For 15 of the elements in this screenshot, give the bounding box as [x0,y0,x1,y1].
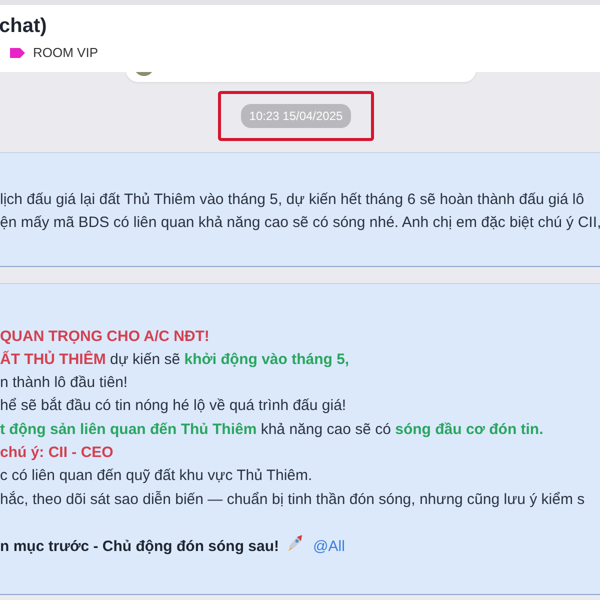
message-text: QUAN TRỌNG CHO A/C NĐT! [0,326,210,347]
message-text: ện mấy mã BDS có liên quan khả năng cao sẽ có sóng nhé. Anh chị em đặc biệt chú ý CII, [0,213,600,234]
message-text: hắc, theo dõi sát sao diễn biến — chuẩn bị tinh thần đón sóng, nhưng cũng lưu ý kiểm s [0,490,586,510]
message-text: lịch đấu giá lại đất Thủ Thiêm vào tháng 5, dự kiến hết tháng 6 sẽ hoàn thành đấu giá lô [0,190,586,210]
message-text: chú ý: CII - CEO [0,443,114,464]
message-text: hể sẽ bắt đầu có tin nóng hé lộ về quá trình đấu giá! [0,396,348,416]
timestamp: 10:23 15/04/2025 [241,104,351,128]
message-text: n mục trước - Chủ động đón sóng sau! @All [0,534,600,558]
mention-link[interactable]: @All [313,538,345,555]
tag-label: ROOM VIP [33,44,98,62]
message-text: n thành lô đầu tiên! [0,373,129,394]
message-text: c có liên quan đến quỹ đất khu vực Thủ Thiêm. [0,466,314,486]
message-text: t động sản liên quan đến Thủ Thiêm khả năng cao sẽ có sóng đầu cơ đón tin. [0,420,544,440]
message-text: ẤT THỦ THIÊM dự kiến sẽ khởi động vào tháng 5, [0,350,350,370]
chat-title: chat) [0,14,48,39]
